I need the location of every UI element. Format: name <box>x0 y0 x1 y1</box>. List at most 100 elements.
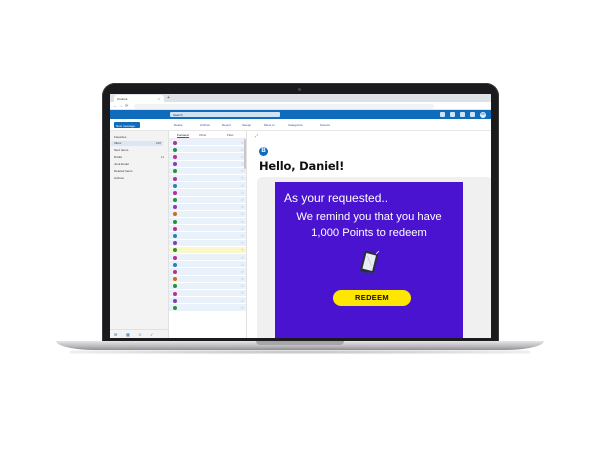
gear-icon[interactable] <box>460 112 465 117</box>
list-item[interactable]: ⚐ <box>169 139 246 147</box>
list-item[interactable]: ⚐ <box>169 160 246 168</box>
sender-avatar <box>173 262 177 267</box>
list-item[interactable]: ⚐ <box>169 203 246 211</box>
list-item[interactable]: ⚐ <box>169 189 246 197</box>
list-item[interactable]: ⚐ <box>169 153 246 161</box>
reading-pane: ⤢ B Hello, Daniel! As your requested.. W… <box>247 131 491 338</box>
people-icon[interactable]: ☺ <box>138 332 142 337</box>
promo-line-1: As your requested.. <box>284 191 389 205</box>
new-tab-button[interactable]: + <box>167 95 170 101</box>
tab-title: Outlook <box>117 97 128 101</box>
sender-avatar <box>173 183 177 188</box>
flag-icon[interactable]: ⚐ <box>241 212 244 216</box>
calendar-icon[interactable]: ▦ <box>126 332 130 337</box>
flag-icon[interactable]: ⚐ <box>241 284 244 288</box>
tab-focused[interactable]: Focused <box>177 133 189 138</box>
back-arrow-icon[interactable]: ← <box>113 103 117 108</box>
delete-button[interactable]: Delete <box>174 123 183 127</box>
snooze-button[interactable]: Snooze <box>320 123 330 127</box>
flag-icon[interactable]: ⚐ <box>241 220 244 224</box>
todo-icon[interactable]: ✓ <box>150 332 153 337</box>
search-input[interactable]: Search <box>170 112 280 117</box>
list-item[interactable]: ⚐ <box>169 297 246 305</box>
folder-sent[interactable]: Sent Items <box>114 148 166 152</box>
flag-icon[interactable]: ⚐ <box>241 277 244 281</box>
sweep-button[interactable]: Sweep <box>242 123 251 127</box>
flag-icon[interactable]: ⚐ <box>241 241 244 245</box>
list-item[interactable]: ⚐ <box>169 289 246 298</box>
list-item[interactable]: ⚐ <box>169 282 246 290</box>
folders-header: Favorites <box>114 135 127 139</box>
flag-icon[interactable]: ⚐ <box>241 291 244 295</box>
avatar[interactable]: DB <box>480 111 486 118</box>
list-item[interactable]: ⚐ <box>169 268 246 276</box>
list-item[interactable]: ⚐ <box>169 275 246 283</box>
list-item[interactable]: ⚐ <box>169 167 246 175</box>
folder-deleted[interactable]: Deleted Items <box>114 169 166 173</box>
list-item[interactable]: ⚐ <box>169 254 246 262</box>
sender-avatar <box>173 162 177 167</box>
redeem-button[interactable]: REDEEM <box>333 290 411 306</box>
folder-archive[interactable]: Archive <box>114 176 166 180</box>
url-field[interactable] <box>134 103 434 109</box>
list-item[interactable]: ⚐ <box>169 210 246 219</box>
list-item[interactable]: ⚐ <box>169 182 246 190</box>
forward-arrow-icon[interactable]: → <box>119 103 123 108</box>
promo-line-3: 1,000 Points to redeem <box>311 227 427 239</box>
sender-avatar <box>173 269 177 274</box>
folder-inbox[interactable]: Inbox 248 <box>111 141 163 146</box>
flag-icon[interactable]: ⚐ <box>241 184 244 188</box>
filter-button[interactable]: Filter <box>227 133 234 137</box>
sender-avatar <box>173 169 177 174</box>
report-button[interactable]: Report <box>222 123 231 127</box>
sender-avatar <box>173 241 177 246</box>
flag-icon[interactable]: ⚐ <box>241 256 244 260</box>
browser-tab[interactable]: Outlook × <box>114 95 164 102</box>
expand-icon[interactable]: ⤢ <box>255 133 258 138</box>
list-item[interactable]: ⚐ <box>169 239 246 247</box>
list-item[interactable]: ⚐ <box>169 261 246 269</box>
mail-icon[interactable]: ✉ <box>114 332 117 337</box>
folder-drafts[interactable]: Drafts 11 <box>114 155 166 159</box>
flag-icon[interactable]: ⚐ <box>241 169 244 173</box>
help-icon[interactable] <box>470 112 475 117</box>
bell-icon[interactable] <box>450 112 455 117</box>
reload-icon[interactable]: ⟳ <box>125 103 128 108</box>
flag-icon[interactable]: ⚐ <box>241 176 244 180</box>
list-item[interactable]: ⚐ <box>169 218 246 226</box>
folder-pane: Favorites Inbox 248 Sent Items Drafts 11 J… <box>110 131 169 338</box>
sender-avatar <box>173 305 177 310</box>
new-message-button[interactable]: New message <box>114 122 140 128</box>
tab-close-icon[interactable]: × <box>158 97 160 101</box>
flag-icon[interactable]: ⚐ <box>241 198 244 202</box>
flag-icon[interactable]: ⚐ <box>241 248 244 252</box>
list-item[interactable]: ⚐ <box>169 232 246 240</box>
flag-icon[interactable]: ⚐ <box>241 270 244 274</box>
list-item[interactable]: ⚐ <box>169 225 246 233</box>
flag-icon[interactable]: ⚐ <box>241 234 244 238</box>
teams-icon[interactable] <box>440 112 445 117</box>
list-item[interactable]: ⚐ <box>169 304 246 312</box>
flag-icon[interactable]: ⚐ <box>241 205 244 209</box>
archive-button[interactable]: Archive <box>200 123 210 127</box>
sender-avatar <box>173 140 177 145</box>
list-item[interactable]: ⚐ <box>169 146 246 154</box>
flag-icon[interactable]: ⚐ <box>241 263 244 267</box>
scrollbar[interactable] <box>244 139 246 169</box>
sender-avatar <box>173 277 177 282</box>
list-item[interactable]: ⚐ <box>169 174 246 183</box>
sender-avatar <box>173 176 177 181</box>
flag-icon[interactable]: ⚐ <box>241 191 244 195</box>
tab-other[interactable]: Other <box>199 133 207 137</box>
sender-avatar <box>173 219 177 224</box>
flag-icon[interactable]: ⚐ <box>241 227 244 231</box>
list-tabs: Focused Other Filter <box>169 131 246 139</box>
flag-icon[interactable]: ⚐ <box>241 306 244 310</box>
categorize-button[interactable]: Categorize <box>288 123 303 127</box>
folder-junk[interactable]: Junk Email <box>114 162 166 166</box>
list-item[interactable]: ⚐ <box>169 246 246 254</box>
flag-icon[interactable]: ⚐ <box>241 299 244 303</box>
move-to-button[interactable]: Move to <box>264 123 275 127</box>
camera-icon <box>298 88 301 91</box>
list-item[interactable]: ⚐ <box>169 196 246 204</box>
